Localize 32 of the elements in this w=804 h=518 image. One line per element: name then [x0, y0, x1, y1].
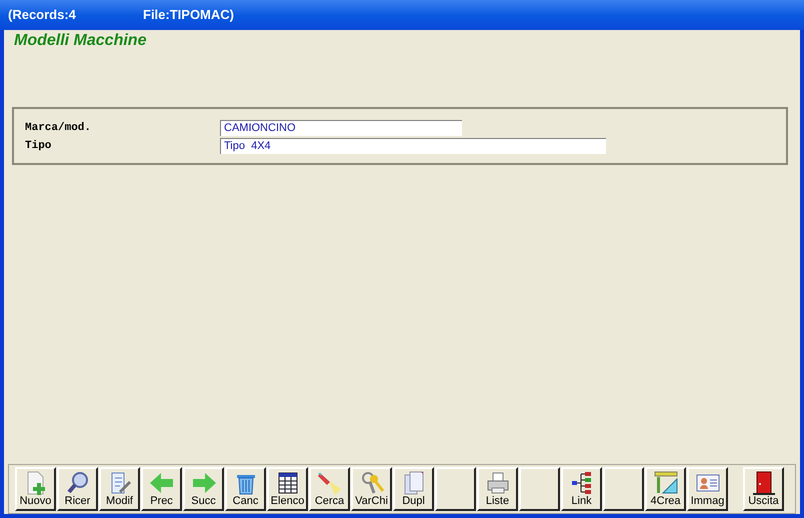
toolbar-button[interactable]: Canc — [225, 467, 266, 511]
toolbar-button[interactable]: Uscita — [743, 467, 784, 511]
toolbar-button[interactable]: Nuovo — [15, 467, 56, 511]
toolbar-button[interactable]: Immag — [687, 467, 728, 511]
toolbar-button[interactable]: Prec — [141, 467, 182, 511]
magnifier-icon — [64, 471, 90, 495]
file-name: File:TIPOMAC) — [143, 6, 234, 24]
right-arrow-icon — [190, 471, 216, 495]
left-arrow-icon — [148, 471, 174, 495]
ruler-triangle-icon — [652, 471, 678, 495]
toolbar-button[interactable]: Ricer — [57, 467, 98, 511]
toolbar-button[interactable]: Link — [561, 467, 602, 511]
toolbar-button[interactable] — [435, 467, 476, 511]
printer-icon — [484, 471, 510, 495]
field-label: Tipo — [24, 138, 52, 154]
toolbar-button[interactable]: Succ — [183, 467, 224, 511]
text-field[interactable]: CAMIONCINO — [220, 120, 462, 136]
toolbar-button[interactable]: Modif — [99, 467, 140, 511]
toolbar-button[interactable]: VarChi — [351, 467, 392, 511]
toolbar-button[interactable] — [603, 467, 644, 511]
toolbar-button[interactable]: Dupl — [393, 467, 434, 511]
toolbar-button[interactable] — [519, 467, 560, 511]
flashlight-icon — [316, 471, 342, 495]
toolbar-button[interactable]: 4Crea — [645, 467, 686, 511]
toolbar-button[interactable]: Liste — [477, 467, 518, 511]
toolbar-button[interactable]: Elenco — [267, 467, 308, 511]
field-label: Marca/mod. — [24, 120, 92, 136]
form-heading: Modelli Macchine — [13, 31, 148, 51]
toolbar-button[interactable]: Cerca — [309, 467, 350, 511]
records-count: (Records:4 — [8, 6, 77, 24]
door-icon — [750, 471, 776, 495]
text-field[interactable]: Tipo 4X4 — [220, 138, 606, 154]
